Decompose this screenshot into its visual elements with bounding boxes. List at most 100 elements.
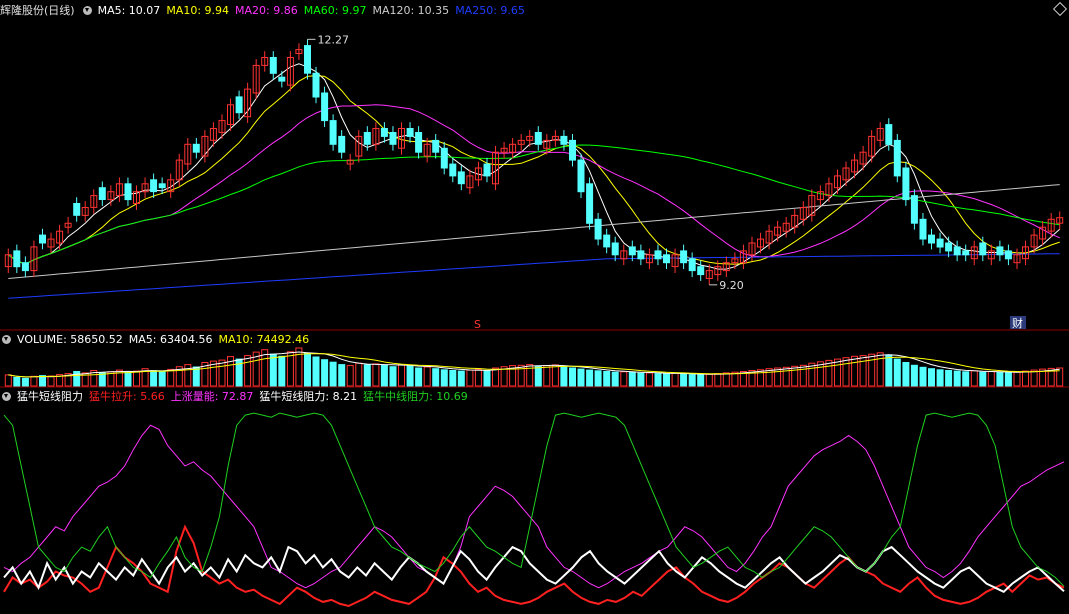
indicator-c-label: 猛牛短线阻力: 8.21	[259, 390, 358, 403]
s-marker: S	[474, 318, 481, 331]
candle-body	[39, 234, 46, 244]
candle-body	[321, 92, 329, 122]
volume-bar	[1004, 372, 1012, 387]
volume-bar	[338, 364, 346, 387]
candle-body	[586, 183, 594, 224]
volume-bar	[714, 373, 722, 387]
volume-bar	[765, 368, 773, 387]
volume-bar	[312, 356, 320, 387]
volume-bar	[859, 355, 867, 387]
candle-body	[269, 57, 277, 74]
volume-bar	[30, 375, 38, 387]
volume-bar	[671, 372, 679, 387]
volume-bar	[483, 370, 491, 387]
volume-bar	[654, 373, 662, 387]
volume-bar	[791, 365, 799, 387]
volume-bar	[432, 368, 440, 387]
volume-bar	[440, 369, 448, 387]
candle-body	[928, 234, 935, 244]
volume-bar	[799, 364, 807, 387]
candle-body	[73, 203, 81, 216]
candle-body	[936, 238, 944, 248]
volume-bar	[269, 353, 277, 387]
candle-body	[278, 76, 286, 82]
indicator-header: 猛牛短线阻力 猛牛拉升: 5.66 上涨量能: 72.87 猛牛短线阻力: 8.21 猛…	[0, 388, 474, 406]
volume-bar	[970, 370, 978, 387]
volume-bar	[774, 367, 782, 387]
volume-bar	[133, 370, 140, 387]
candle-body	[389, 132, 397, 145]
ma10-line	[8, 75, 1060, 265]
volume-bar	[782, 366, 790, 387]
volume-bar	[851, 355, 859, 387]
volume-bar	[398, 364, 405, 387]
candle-body	[603, 234, 611, 248]
candle-body	[996, 246, 1004, 256]
volume-bar	[286, 351, 294, 387]
candle-body	[380, 128, 388, 137]
candle-body	[338, 135, 346, 153]
volume-ma5-line	[8, 351, 1060, 378]
volume-bar	[577, 368, 585, 387]
candle-body	[449, 163, 457, 177]
low-label: 9.20	[719, 279, 744, 292]
candle-body	[611, 242, 619, 256]
volume-bar	[680, 373, 688, 387]
candle-body	[432, 139, 440, 153]
candle-body	[363, 132, 371, 145]
indicator-name: 猛牛短线阻力	[17, 390, 83, 403]
volume-bar	[620, 371, 628, 387]
cai-marker: 财	[1012, 316, 1023, 330]
volume-bar	[457, 370, 465, 387]
volume-bar	[39, 375, 46, 387]
volume-bar	[885, 354, 893, 387]
volume-bar	[304, 352, 311, 387]
volume-bar	[329, 361, 337, 387]
dropdown-icon[interactable]	[82, 6, 92, 15]
ma60-label: MA60: 9.97	[303, 4, 367, 17]
candle-body	[569, 139, 576, 161]
volume-bar	[876, 352, 884, 387]
volume-bar	[611, 371, 619, 387]
stock-title: 辉隆股份(日线)	[0, 4, 75, 17]
candle-body	[637, 250, 645, 260]
volume-bar	[996, 372, 1004, 387]
volume-bar	[474, 368, 482, 387]
volume-bar	[21, 377, 29, 387]
candle-body	[910, 195, 918, 224]
volume-bar	[1030, 369, 1038, 387]
volume-bar	[645, 372, 653, 387]
volume-bar	[594, 370, 602, 387]
volume-bar	[184, 364, 192, 387]
candle-body	[1004, 250, 1012, 260]
volume-bar	[705, 373, 713, 387]
candle-body	[235, 96, 243, 114]
volume-bar	[363, 364, 371, 387]
indicator-b-label: 上涨量能: 72.87	[170, 390, 254, 403]
indicator-dropdown-icon[interactable]	[2, 392, 11, 401]
volume-bar	[910, 364, 918, 387]
volume-dropdown-icon[interactable]	[2, 335, 11, 344]
volume-bar	[415, 367, 423, 387]
volume-bar	[1022, 370, 1029, 387]
main-header: 辉隆股份(日线) MA5: 10.07 MA10: 9.94 MA20: 9.86 MA…	[0, 2, 531, 20]
volume-bar	[834, 358, 841, 387]
candle-body	[304, 45, 311, 74]
candle-body	[415, 132, 423, 153]
volume-bar	[962, 371, 970, 387]
candle-body	[124, 183, 132, 201]
candle-body	[312, 72, 320, 98]
volume-bar	[492, 367, 499, 387]
high-label: 12.27	[317, 33, 349, 46]
volume-bar	[987, 371, 995, 387]
volume-bar	[928, 368, 935, 387]
volume-bar	[731, 371, 739, 387]
indicator-a-label: 猛牛拉升: 5.66	[89, 390, 165, 403]
volume-bar	[278, 355, 286, 387]
volume-bar	[244, 355, 252, 387]
candle-body	[953, 246, 961, 256]
candle-body	[560, 135, 568, 145]
volume-bar	[543, 365, 551, 387]
volume-bar	[406, 365, 414, 387]
volume-bar	[295, 347, 303, 387]
